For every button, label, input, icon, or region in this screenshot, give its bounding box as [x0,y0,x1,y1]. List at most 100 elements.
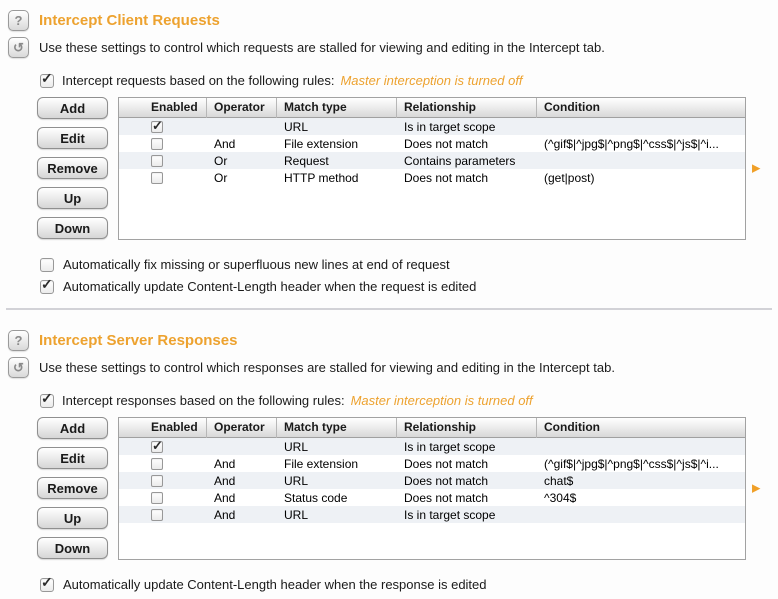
rules-table-wrap: Enabled Operator Match type Relationship… [118,417,746,560]
section-title: Intercept Server Responses [39,332,237,349]
intercept-rules-toggle-row: ✓ Intercept responses based on the follo… [40,393,778,408]
section-divider [6,308,772,310]
rule-condition-cell: chat$ [537,474,745,488]
down-button[interactable]: Down [37,537,108,559]
rule-enabled-checkbox[interactable] [151,138,163,150]
intercept-responses-checkbox[interactable]: ✓ [40,394,54,408]
check-icon: ✓ [152,121,163,133]
rule-relationship-cell: Is in target scope [397,120,537,134]
update-content-length-checkbox[interactable]: ✓ [40,578,54,592]
table-row[interactable]: AndFile extensionDoes not match(^gif$|^j… [119,135,745,152]
section-description: Use these settings to control which resp… [39,360,615,375]
rule-condition-cell: ^304$ [537,491,745,505]
down-button[interactable]: Down [37,217,108,239]
edit-button[interactable]: Edit [37,127,108,149]
table-body: ✓URLIs in target scopeAndFile extensionD… [119,438,745,523]
rule-relationship-cell: Contains parameters [397,154,537,168]
option-row: ✓ Automatically update Content-Length he… [40,279,778,294]
table-row[interactable]: OrRequestContains parameters [119,152,745,169]
rule-operator-cell: And [207,508,277,522]
section-description: Use these settings to control which requ… [39,40,605,55]
restore-defaults-button[interactable]: ↺ [8,37,29,58]
table-row[interactable]: AndURLIs in target scope [119,506,745,523]
section-title: Intercept Client Requests [39,12,220,29]
help-icon: ? [15,333,23,348]
intercept-requests-checkbox[interactable]: ✓ [40,74,54,88]
rule-condition-cell: (get|post) [537,171,745,185]
restore-defaults-button[interactable]: ↺ [8,357,29,378]
table-row[interactable]: AndFile extensionDoes not match(^gif$|^j… [119,455,745,472]
help-button[interactable]: ? [8,330,29,351]
master-interception-note: Master interception is turned off [340,73,522,88]
table-buttons: Add Edit Remove Up Down [37,417,108,559]
rule-enabled-cell [119,475,207,487]
table-row[interactable]: ✓URLIs in target scope [119,438,745,455]
table-row[interactable]: AndStatus codeDoes not match^304$ [119,489,745,506]
rule-relationship-cell: Does not match [397,491,537,505]
column-header-match-type: Match type [277,418,397,438]
check-icon: ✓ [41,391,53,405]
remove-button[interactable]: Remove [37,157,108,179]
overflow-arrow-icon[interactable]: ▶ [752,483,760,494]
up-button[interactable]: Up [37,187,108,209]
update-content-length-label: Automatically update Content-Length head… [63,279,476,294]
table-row[interactable]: OrHTTP methodDoes not match(get|post) [119,169,745,186]
column-header-operator: Operator [207,418,277,438]
rule-enabled-checkbox[interactable]: ✓ [151,441,163,453]
section-footer-options: Automatically fix missing or superfluous… [40,257,778,294]
section-title-row: ? Intercept Server Responses [8,330,778,351]
fix-newlines-label: Automatically fix missing or superfluous… [63,257,450,272]
check-icon: ✓ [41,277,53,291]
check-icon: ✓ [41,71,53,85]
request-rules-table[interactable]: Enabled Operator Match type Relationship… [118,97,746,240]
overflow-arrow-icon[interactable]: ▶ [752,163,760,174]
option-row: ✓ Automatically update Content-Length he… [40,577,778,592]
up-button[interactable]: Up [37,507,108,529]
fix-newlines-checkbox[interactable] [40,258,54,272]
response-rules-table[interactable]: Enabled Operator Match type Relationship… [118,417,746,560]
remove-button[interactable]: Remove [37,477,108,499]
intercept-rules-label: Intercept requests based on the followin… [62,73,334,88]
table-header: Enabled Operator Match type Relationship… [119,418,745,438]
rule-enabled-checkbox[interactable] [151,475,163,487]
rule-condition-cell: (^gif$|^jpg$|^png$|^css$|^js$|^i... [537,457,745,471]
update-content-length-checkbox[interactable]: ✓ [40,280,54,294]
rule-enabled-cell [119,138,207,150]
add-button[interactable]: Add [37,97,108,119]
column-header-match-type: Match type [277,98,397,118]
rule-enabled-cell: ✓ [119,121,207,133]
rule-relationship-cell: Is in target scope [397,440,537,454]
table-row[interactable]: ✓ URLIs in target scope [119,118,745,135]
rule-enabled-checkbox[interactable] [151,172,163,184]
table-body: ✓ URLIs in target scopeAndFile extensionD… [119,118,745,186]
rule-enabled-checkbox[interactable] [151,492,163,504]
rule-match-type-cell: File extension [277,137,397,151]
rule-match-type-cell: URL [277,508,397,522]
rule-enabled-cell [119,458,207,470]
rule-enabled-checkbox[interactable] [151,509,163,521]
help-icon: ? [15,13,23,28]
rule-operator-cell: Or [207,154,277,168]
rule-match-type-cell: Status code [277,491,397,505]
add-button[interactable]: Add [37,417,108,439]
table-header: Enabled Operator Match type Relationship… [119,98,745,118]
table-row[interactable]: AndURLDoes not matchchat$ [119,472,745,489]
rules-table-wrap: Enabled Operator Match type Relationship… [118,97,746,240]
intercept-rules-toggle-row: ✓ Intercept requests based on the follow… [40,73,778,88]
rule-condition-cell: (^gif$|^jpg$|^png$|^css$|^js$|^i... [537,137,745,151]
rule-operator-cell: And [207,474,277,488]
rule-match-type-cell: URL [277,120,397,134]
rule-match-type-cell: URL [277,474,397,488]
column-header-enabled: Enabled [119,418,207,438]
rule-relationship-cell: Does not match [397,137,537,151]
rule-relationship-cell: Is in target scope [397,508,537,522]
edit-button[interactable]: Edit [37,447,108,469]
rule-enabled-checkbox[interactable] [151,155,163,167]
rule-enabled-checkbox[interactable]: ✓ [151,121,163,133]
rule-enabled-checkbox[interactable] [151,458,163,470]
check-icon: ✓ [41,575,53,589]
intercept-client-requests-section: ? Intercept Client Requests ↺ Use these … [0,10,778,294]
section-description-row: ↺ Use these settings to control which re… [8,37,778,58]
help-button[interactable]: ? [8,10,29,31]
rule-enabled-cell [119,155,207,167]
